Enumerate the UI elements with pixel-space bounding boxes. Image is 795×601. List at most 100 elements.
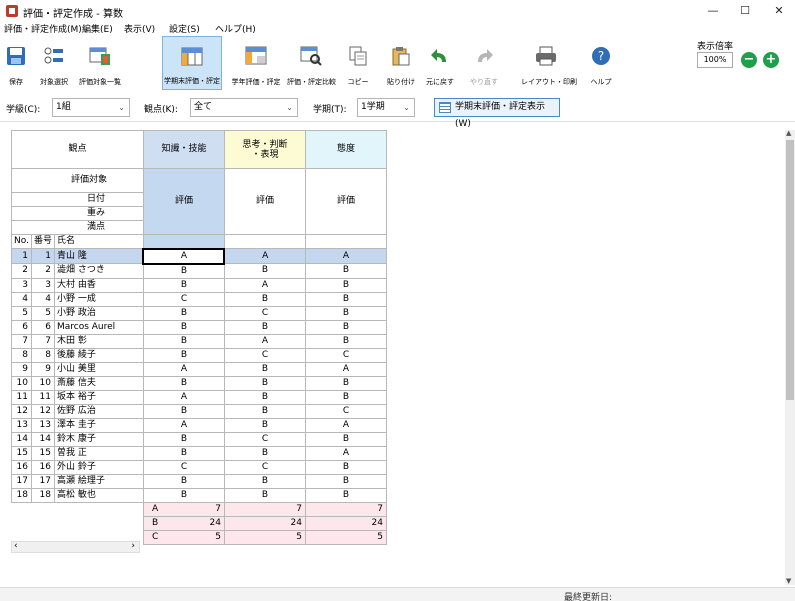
vertical-scrollbar[interactable]: ▲ ▼ <box>785 129 795 585</box>
save-button[interactable]: 保存 <box>2 36 30 90</box>
grade-thinking[interactable]: B <box>223 319 306 335</box>
class-select[interactable]: 1組 ⌄ <box>52 98 130 117</box>
menu-view[interactable]: 表示(V) <box>124 22 155 35</box>
student-row[interactable]: 9 9 小山 美里 A B A <box>11 361 387 377</box>
col-thinking-header[interactable]: 思考・判断 ・表現 <box>223 130 306 169</box>
student-row[interactable]: 5 5 小野 政治 B C B <box>11 305 387 321</box>
grade-knowledge[interactable]: B <box>142 319 225 335</box>
grade-attitude[interactable]: B <box>304 333 387 349</box>
grade-attitude[interactable]: B <box>304 389 387 405</box>
grade-knowledge[interactable]: B <box>142 333 225 349</box>
student-row[interactable]: 17 17 高瀬 絵理子 B B B <box>11 473 387 489</box>
student-row[interactable]: 11 11 坂本 裕子 A B B <box>11 389 387 405</box>
term-select[interactable]: 1学期 ⌄ <box>357 98 415 117</box>
menu-help[interactable]: ヘルプ(H) <box>215 22 256 35</box>
undo-button[interactable]: 元に戻す <box>421 36 459 90</box>
menu-settings[interactable]: 設定(S) <box>169 22 200 35</box>
grade-thinking[interactable]: B <box>223 361 306 377</box>
scroll-up-icon[interactable]: ▲ <box>786 129 791 137</box>
grade-knowledge[interactable]: B <box>142 347 225 363</box>
grade-attitude[interactable]: B <box>304 305 387 321</box>
close-button[interactable]: ✕ <box>766 2 792 20</box>
scroll-left-icon[interactable]: ‹ <box>14 541 18 551</box>
student-row[interactable]: 15 15 曽我 正BBA <box>11 445 387 461</box>
student-row[interactable]: 12 12 佐野 広治 B B C <box>11 403 387 419</box>
grade-attitude[interactable]: B <box>304 319 387 335</box>
zoom-in-button[interactable]: + <box>763 52 779 68</box>
grade-thinking[interactable]: C <box>223 431 306 447</box>
zoom-out-button[interactable]: − <box>741 52 757 68</box>
grade-thinking[interactable]: B <box>223 487 306 503</box>
grade-thinking[interactable]: B <box>223 417 306 433</box>
grade-knowledge[interactable]: C <box>142 291 225 307</box>
grade-attitude[interactable]: B <box>304 431 387 447</box>
grade-thinking[interactable]: B <box>223 291 306 307</box>
compare-button[interactable]: 評価・評定比較 <box>287 36 336 90</box>
grade-knowledge[interactable]: A <box>142 247 226 265</box>
grade-knowledge[interactable]: A <box>142 417 225 433</box>
grade-thinking[interactable]: B <box>223 473 306 489</box>
kanten-select[interactable]: 全て ⌄ <box>190 98 298 117</box>
student-row[interactable]: 3 3 大村 由香 B A B <box>11 277 387 293</box>
grade-thinking[interactable]: A <box>223 277 306 293</box>
grade-knowledge[interactable]: B <box>142 487 225 503</box>
grade-thinking[interactable]: A <box>223 248 306 264</box>
grade-attitude[interactable]: B <box>304 277 387 293</box>
student-row[interactable]: 14 14 鈴木 康子 B C B <box>11 431 387 447</box>
grade-knowledge[interactable]: B <box>142 263 225 279</box>
grade-thinking[interactable]: C <box>223 305 306 321</box>
grade-thinking[interactable]: A <box>223 333 306 349</box>
grade-attitude[interactable]: A <box>304 248 387 264</box>
grade-attitude[interactable]: B <box>304 263 387 279</box>
menu-evaluation[interactable]: 評価・評定作成(M) <box>4 22 82 35</box>
grade-attitude[interactable]: A <box>304 445 387 461</box>
grade-attitude[interactable]: B <box>304 487 387 503</box>
grade-knowledge[interactable]: B <box>142 445 225 461</box>
grade-thinking[interactable]: C <box>223 459 306 475</box>
minimize-button[interactable]: — <box>700 2 726 20</box>
scroll-thumb[interactable] <box>786 140 794 400</box>
student-row[interactable]: 6 6 Marcos Aurel B B B <box>11 319 387 335</box>
grade-knowledge[interactable]: B <box>142 305 225 321</box>
scroll-down-icon[interactable]: ▼ <box>786 577 791 585</box>
term-end-display-button[interactable]: 学期末評価・評定表示(W) <box>434 98 560 129</box>
grade-attitude[interactable]: A <box>304 361 387 377</box>
horizontal-scrollbar[interactable]: ‹ › <box>11 541 140 553</box>
paste-button[interactable]: 貼り付け <box>386 36 416 90</box>
grade-knowledge[interactable]: B <box>142 431 225 447</box>
grade-attitude[interactable]: B <box>304 291 387 307</box>
student-row[interactable]: 13 13 澤本 圭子 A B A <box>11 417 387 433</box>
grade-thinking[interactable]: B <box>223 375 306 391</box>
student-row[interactable]: 7 7 木田 彰BAB <box>11 333 387 349</box>
eval-list-button[interactable]: 評価対象一覧 <box>78 36 122 90</box>
target-select-button[interactable]: 対象選択 <box>34 36 74 90</box>
student-row[interactable]: 1 1 青山 隆AAA <box>11 247 387 265</box>
year-eval-button[interactable]: 学年評価・評定 <box>228 36 284 90</box>
student-row[interactable]: 8 8 後藤 綾子 B C C <box>11 347 387 363</box>
grade-attitude[interactable]: B <box>304 375 387 391</box>
grade-thinking[interactable]: B <box>223 263 306 279</box>
grade-knowledge[interactable]: B <box>142 403 225 419</box>
student-row[interactable]: 4 4 小野 一成 C B B <box>11 291 387 307</box>
grade-thinking[interactable]: B <box>223 445 306 461</box>
grade-thinking[interactable]: B <box>223 389 306 405</box>
grade-knowledge[interactable]: B <box>142 473 225 489</box>
col-knowledge-header[interactable]: 知識・技能 <box>142 130 225 169</box>
grade-knowledge[interactable]: C <box>142 459 225 475</box>
grade-attitude[interactable]: A <box>304 417 387 433</box>
grade-thinking[interactable]: B <box>223 403 306 419</box>
maximize-button[interactable]: ☐ <box>732 2 758 20</box>
copy-button[interactable]: コピー <box>343 36 373 90</box>
help-button[interactable]: ? ヘルプ <box>587 36 615 90</box>
menu-edit[interactable]: 編集(E) <box>82 22 113 35</box>
grade-thinking[interactable]: C <box>223 347 306 363</box>
student-row[interactable]: 2 2 澁畑 さつき B B B <box>11 263 387 279</box>
grade-attitude[interactable]: B <box>304 459 387 475</box>
layout-print-button[interactable]: レイアウト・印刷 <box>521 36 577 90</box>
grade-attitude[interactable]: C <box>304 403 387 419</box>
student-row[interactable]: 18 18 高松 敏也 B B B <box>11 487 387 503</box>
grade-knowledge[interactable]: B <box>142 375 225 391</box>
grade-knowledge[interactable]: A <box>142 361 225 377</box>
col-attitude-header[interactable]: 態度 <box>304 130 387 169</box>
scroll-right-icon[interactable]: › <box>131 541 135 551</box>
